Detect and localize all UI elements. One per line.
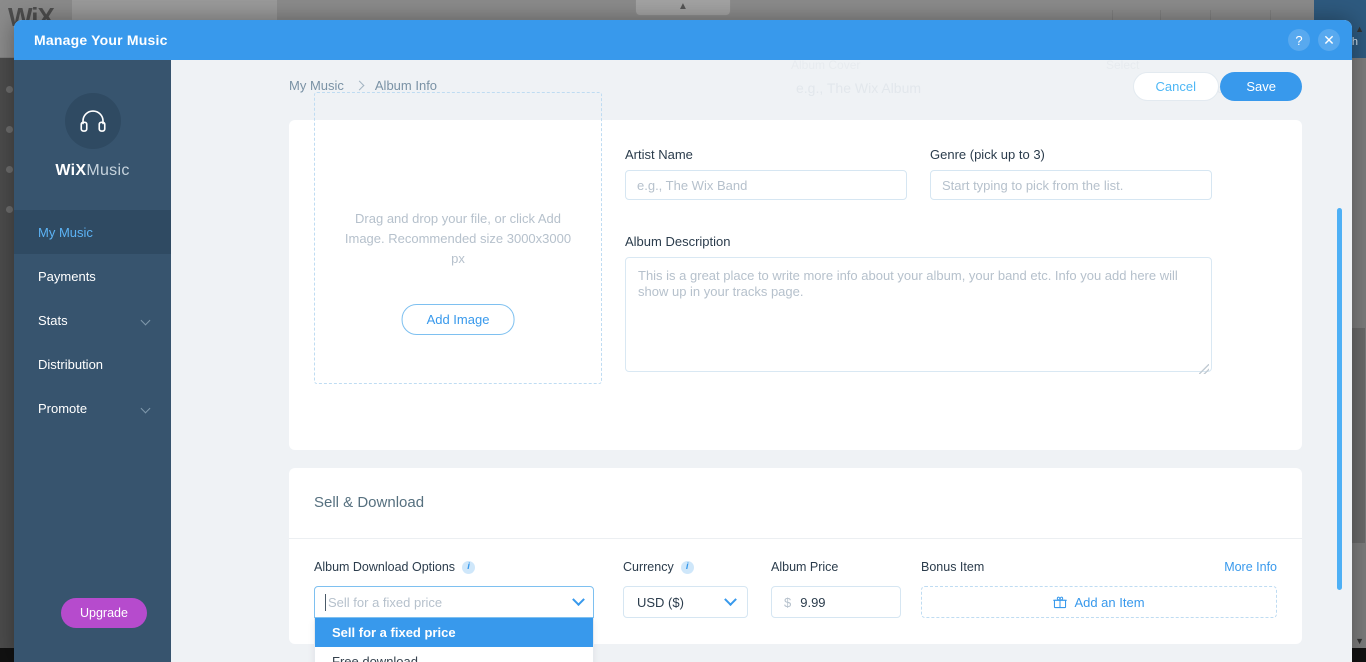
chevron-down-icon bbox=[140, 315, 151, 326]
brand-music: Music bbox=[86, 162, 130, 179]
bonus-item-label: Bonus Item bbox=[921, 560, 985, 574]
add-an-item-label: Add an Item bbox=[1074, 594, 1145, 610]
chevron-right-icon bbox=[354, 80, 365, 91]
option-label: Sell for a fixed price bbox=[332, 625, 456, 640]
ghost-album-title: e.g., The Wix Album bbox=[796, 80, 922, 96]
background-scrollbar-thumb bbox=[1351, 328, 1365, 543]
rail-dot bbox=[6, 126, 13, 133]
ghost-select-label: Select bbox=[1106, 60, 1140, 72]
add-bonus-item-button[interactable]: Add an Item bbox=[921, 586, 1277, 618]
breadcrumb-current: Album Info bbox=[374, 78, 438, 93]
modal-header: Manage Your Music ? ✕ bbox=[14, 20, 1352, 60]
album-price-value: 9.99 bbox=[800, 594, 826, 610]
help-icon[interactable]: ? bbox=[1288, 29, 1310, 51]
chevron-up-icon: ▲ bbox=[678, 1, 688, 12]
rail-dot bbox=[6, 86, 13, 93]
sidebar-brand: WiXMusic bbox=[14, 60, 171, 180]
close-icon[interactable]: ✕ bbox=[1318, 29, 1340, 51]
manage-your-music-modal: Manage Your Music ? ✕ WiXMusic My Music … bbox=[14, 20, 1352, 662]
currency-value: USD ($) bbox=[637, 594, 684, 610]
modal-scrollbar-thumb[interactable] bbox=[1337, 208, 1342, 590]
combobox-value: Sell for a fixed price bbox=[328, 594, 443, 610]
sidebar-item-payments[interactable]: Payments bbox=[14, 254, 171, 298]
album-price-input[interactable]: $ 9.99 bbox=[771, 586, 901, 618]
album-price-label-row: Album Price bbox=[771, 560, 838, 574]
divider bbox=[289, 538, 1302, 539]
bonus-item-label-row: Bonus Item bbox=[921, 560, 984, 574]
sell-and-download-card: Sell & Download Album Download Options i… bbox=[289, 468, 1302, 662]
download-options-label-row: Album Download Options i bbox=[314, 560, 476, 574]
genre-label: Genre (pick up to 3) bbox=[930, 147, 1045, 162]
sidebar-item-my-music[interactable]: My Music bbox=[14, 210, 171, 254]
brand-wix: WiX bbox=[55, 162, 87, 179]
sidebar-item-label: Promote bbox=[38, 400, 88, 416]
save-button[interactable]: Save bbox=[1220, 72, 1302, 101]
text-cursor bbox=[325, 594, 326, 611]
gift-icon bbox=[1053, 596, 1068, 609]
album-download-options-combobox[interactable]: Sell for a fixed price Sell for a fixed … bbox=[314, 586, 594, 662]
scroll-up-icon: ▲ bbox=[1355, 24, 1364, 34]
artist-name-label: Artist Name bbox=[625, 147, 693, 162]
genre-field-group: Genre (pick up to 3) bbox=[930, 147, 1212, 200]
sell-download-title: Sell & Download bbox=[314, 494, 425, 511]
add-image-button[interactable]: Add Image bbox=[401, 304, 515, 335]
sidebar-item-label: Stats bbox=[38, 312, 68, 328]
background-tab-handle: ▲ bbox=[635, 0, 731, 16]
combobox-input[interactable]: Sell for a fixed price bbox=[314, 586, 594, 618]
headphones-icon bbox=[64, 93, 121, 149]
sidebar-item-label: Payments bbox=[38, 268, 96, 284]
option-label: Free download bbox=[332, 654, 418, 662]
cancel-button[interactable]: Cancel bbox=[1132, 72, 1219, 101]
album-description-label: Album Description bbox=[625, 234, 731, 249]
dropzone-instructions: Drag and drop your file, or click Add Im… bbox=[344, 211, 572, 266]
brand-name: WiXMusic bbox=[14, 162, 171, 180]
content-area: My Music Album Info Album Cover Select e… bbox=[171, 60, 1352, 662]
modal-title: Manage Your Music bbox=[34, 32, 168, 48]
breadcrumb: My Music Album Info bbox=[289, 78, 437, 93]
more-info-link[interactable]: More Info bbox=[1224, 560, 1277, 574]
combobox-option-sell-for-a-fixed-price[interactable]: Sell for a fixed price bbox=[315, 618, 593, 647]
rail-dot bbox=[6, 166, 13, 173]
currency-label: Currency bbox=[623, 560, 674, 574]
currency-symbol: $ bbox=[784, 594, 792, 610]
info-icon[interactable]: i bbox=[680, 560, 694, 574]
sidebar-nav: My Music Payments Stats Distribution Pro… bbox=[14, 210, 171, 430]
ghost-album-cover-label: Album Cover bbox=[791, 60, 861, 72]
modal-body: WiXMusic My Music Payments Stats Distrib… bbox=[14, 60, 1352, 662]
sidebar-item-label: My Music bbox=[38, 224, 93, 240]
album-cover-dropzone[interactable]: Drag and drop your file, or click Add Im… bbox=[314, 92, 602, 384]
sidebar-item-distribution[interactable]: Distribution bbox=[14, 342, 171, 386]
combobox-dropdown-list: Sell for a fixed price Free download No … bbox=[314, 618, 594, 662]
sidebar-item-promote[interactable]: Promote bbox=[14, 386, 171, 430]
album-description-wrap bbox=[625, 257, 1212, 377]
rail-dot bbox=[6, 206, 13, 213]
currency-label-row: Currency i bbox=[623, 560, 694, 574]
artist-name-input[interactable] bbox=[625, 170, 907, 200]
sidebar: WiXMusic My Music Payments Stats Distrib… bbox=[14, 60, 171, 662]
album-price-label: Album Price bbox=[771, 560, 839, 574]
download-options-label: Album Download Options bbox=[314, 560, 456, 574]
sidebar-item-stats[interactable]: Stats bbox=[14, 298, 171, 342]
combobox-option-free-download[interactable]: Free download bbox=[315, 647, 593, 662]
album-description-field-group: Album Description bbox=[625, 234, 1212, 377]
upgrade-button[interactable]: Upgrade bbox=[61, 598, 147, 628]
artist-name-field-group: Artist Name bbox=[625, 147, 907, 200]
background-scrollbar bbox=[1350, 58, 1366, 648]
info-icon[interactable]: i bbox=[462, 560, 476, 574]
modal-scrollbar[interactable] bbox=[1336, 60, 1344, 662]
chevron-down-icon bbox=[724, 593, 737, 607]
album-description-textarea[interactable] bbox=[625, 257, 1212, 372]
album-info-card: Drag and drop your file, or click Add Im… bbox=[289, 92, 1302, 450]
sidebar-item-label: Distribution bbox=[38, 356, 104, 372]
breadcrumb-root[interactable]: My Music bbox=[289, 78, 344, 93]
chevron-down-icon bbox=[140, 403, 151, 414]
currency-select[interactable]: USD ($) bbox=[623, 586, 748, 618]
chevron-down-icon[interactable] bbox=[572, 593, 585, 607]
scroll-down-icon: ▼ bbox=[1355, 636, 1364, 646]
genre-input[interactable] bbox=[930, 170, 1212, 200]
